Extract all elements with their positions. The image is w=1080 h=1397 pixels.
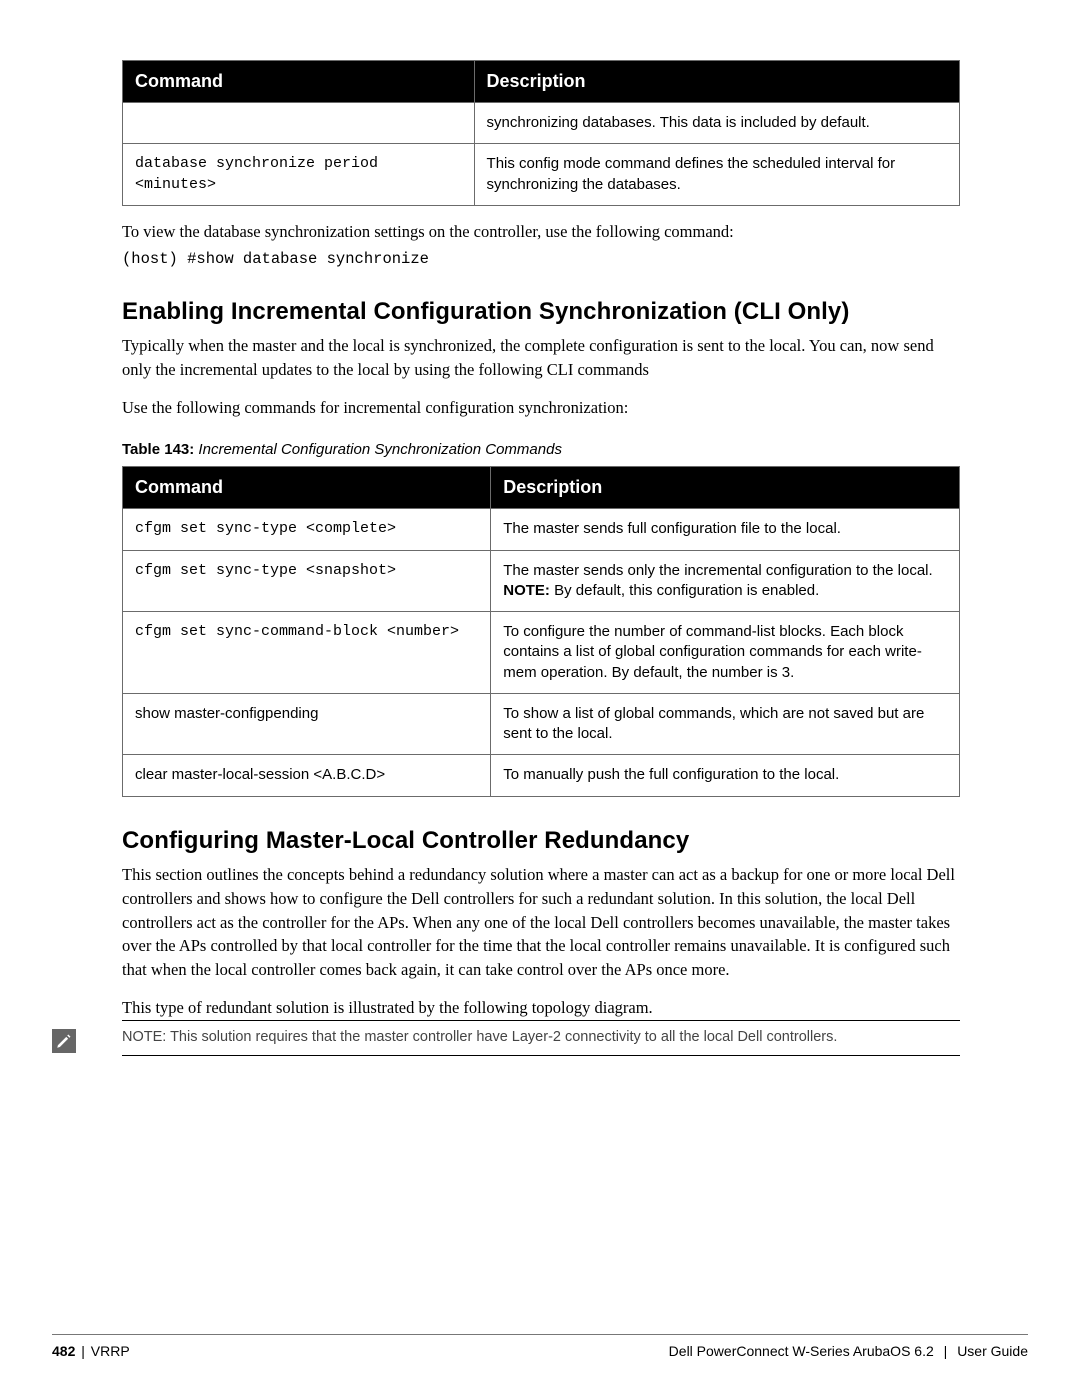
note-label: NOTE: <box>503 582 550 599</box>
cell-command: cfgm set sync-type <snapshot> <box>123 550 491 612</box>
heading-master-local-redundancy: Configuring Master-Local Controller Redu… <box>122 827 960 855</box>
table-row: database synchronize period <minutes> Th… <box>123 144 960 206</box>
table-row: cfgm set sync-command-block <number> To … <box>123 612 960 694</box>
table-incremental-sync: Command Description cfgm set sync-type <… <box>122 466 960 796</box>
footer-separator: | <box>934 1343 957 1359</box>
page-footer: 482 | VRRP Dell PowerConnect W-Series Ar… <box>52 1334 1028 1359</box>
cell-description: To configure the number of command-list … <box>491 612 960 694</box>
table-header-row: Command Description <box>123 61 960 103</box>
page-content: Command Description synchronizing databa… <box>122 60 960 1056</box>
footer-doc: User Guide <box>957 1343 1028 1359</box>
note-text: NOTE: This solution requires that the ma… <box>122 1029 837 1045</box>
paragraph: Use the following commands for increment… <box>122 396 960 420</box>
cell-description: The master sends only the incremental co… <box>491 550 960 612</box>
table-database-sync: Command Description synchronizing databa… <box>122 60 960 206</box>
pencil-icon <box>52 1029 76 1053</box>
paragraph: This type of redundant solution is illus… <box>122 996 960 1020</box>
cli-command: (host) #show database synchronize <box>122 250 960 268</box>
page-number: 482 <box>52 1343 75 1359</box>
paragraph: To view the database synchronization set… <box>122 220 960 244</box>
footer-left: 482 | VRRP <box>52 1343 130 1359</box>
footer-section: VRRP <box>91 1343 130 1359</box>
paragraph: This section outlines the concepts behin… <box>122 863 960 983</box>
cell-command <box>123 103 475 144</box>
footer-product: Dell PowerConnect W-Series ArubaOS 6.2 <box>669 1343 934 1359</box>
cell-description: The master sends full configuration file… <box>491 509 960 550</box>
desc-text: The master sends only the incremental co… <box>503 562 932 579</box>
heading-incremental-sync: Enabling Incremental Configuration Synch… <box>122 298 960 326</box>
col-header-description: Description <box>491 467 960 509</box>
col-header-command: Command <box>123 467 491 509</box>
col-header-command: Command <box>123 61 475 103</box>
cell-command: clear master-local-session <A.B.C.D> <box>123 755 491 796</box>
footer-separator: | <box>75 1343 90 1359</box>
footer-right: Dell PowerConnect W-Series ArubaOS 6.2 |… <box>669 1343 1028 1359</box>
table-caption-label: Table 143: <box>122 441 194 458</box>
table-caption: Table 143: Incremental Configuration Syn… <box>122 441 960 458</box>
note-box: NOTE: This solution requires that the ma… <box>122 1020 960 1056</box>
cell-command: database synchronize period <minutes> <box>123 144 475 206</box>
cell-description: To manually push the full configuration … <box>491 755 960 796</box>
col-header-description: Description <box>474 61 959 103</box>
table-row: cfgm set sync-type <complete> The master… <box>123 509 960 550</box>
note-text: By default, this configuration is enable… <box>550 582 819 599</box>
cell-description: To show a list of global commands, which… <box>491 693 960 755</box>
cell-description: This config mode command defines the sch… <box>474 144 959 206</box>
table-row: show master-configpending To show a list… <box>123 693 960 755</box>
cell-command: cfgm set sync-type <complete> <box>123 509 491 550</box>
cell-command: cfgm set sync-command-block <number> <box>123 612 491 694</box>
table-row: clear master-local-session <A.B.C.D> To … <box>123 755 960 796</box>
table-row: synchronizing databases. This data is in… <box>123 103 960 144</box>
table-caption-title: Incremental Configuration Synchronizatio… <box>194 441 562 458</box>
paragraph: Typically when the master and the local … <box>122 334 960 382</box>
cell-command: show master-configpending <box>123 693 491 755</box>
cell-description: synchronizing databases. This data is in… <box>474 103 959 144</box>
table-header-row: Command Description <box>123 467 960 509</box>
table-row: cfgm set sync-type <snapshot> The master… <box>123 550 960 612</box>
